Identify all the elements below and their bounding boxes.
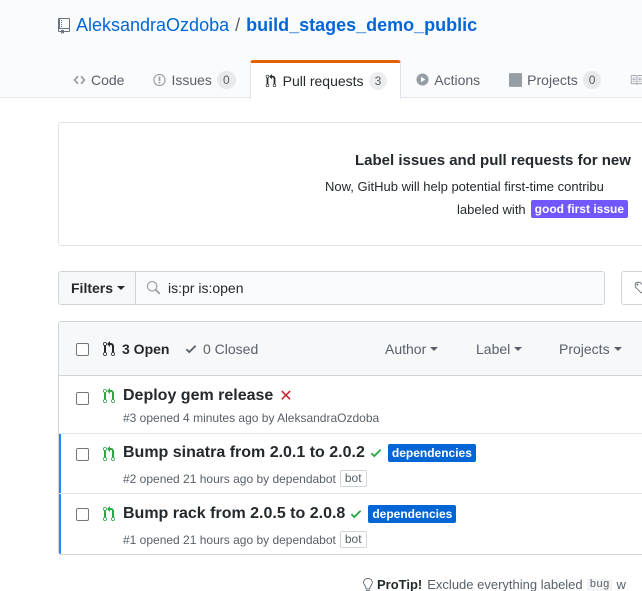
closed-filter-link[interactable]: 0 Closed [185,341,258,357]
protip-text: Exclude everything labeled [427,577,583,591]
pull-request-meta: #2 opened 21 hours ago by dependabot bot [123,470,367,487]
success-check-icon[interactable] [370,446,382,460]
open-pull-request-icon [103,388,115,403]
tab-wiki[interactable]: Wi [615,60,642,98]
projects-filter-dropdown[interactable]: Projects [559,341,622,357]
list-header: 3 Open 0 Closed Author Label Projects [59,322,642,376]
issues-count-badge: 0 [216,70,236,89]
select-all-checkbox[interactable] [76,343,89,356]
tab-actions[interactable]: Actions [401,60,494,98]
table-row: Bump sinatra from 2.0.1 to 2.0.2 depende… [59,434,642,494]
tab-projects-label: Projects [527,71,578,88]
author-filter-dropdown[interactable]: Author [385,341,439,357]
row-checkbox[interactable] [76,392,89,405]
repo-path-separator: / [235,15,241,35]
author-filter-label: Author [385,341,427,357]
pull-request-meta-text: #2 opened 21 hours ago by dependabot [123,471,336,486]
code-icon [72,73,86,87]
failure-x-icon[interactable]: ✕ [279,386,292,406]
tab-projects[interactable]: Projects 0 [494,60,615,98]
pull-request-meta: #3 opened 4 minutes ago by AleksandraOzd… [123,411,380,425]
success-check-icon[interactable] [350,507,362,521]
bot-badge: bot [339,531,367,548]
lightbulb-icon [363,577,373,591]
tab-issues[interactable]: Issues 0 [138,60,249,98]
projects-filter-label: Projects [559,341,610,357]
pull-request-title-row: Bump rack from 2.0.5 to 2.0.8 dependenci… [123,505,457,523]
projects-count-badge: 0 [582,70,602,89]
label-filter-label: Label [476,341,511,357]
pull-request-meta-text: #1 opened 21 hours ago by dependabot [123,532,336,547]
repo-name-link[interactable]: build_stages_demo_public [246,15,477,36]
tag-icon [634,281,642,294]
open-pull-request-icon [103,446,115,461]
chevron-down-icon [430,347,439,351]
open-count-label: 3 Open [122,341,170,357]
bot-badge: bot [339,470,367,487]
blankslate-description: Now, GitHub will help potential first-ti… [325,179,604,194]
protip-prefix: ProTip! [377,577,423,591]
row-checkbox[interactable] [76,508,89,521]
repo-owner-link[interactable]: AleksandraOzdoba [76,15,229,36]
search-input[interactable] [168,280,588,296]
pull-request-title-link[interactable]: Bump sinatra from 2.0.1 to 2.0.2 [123,444,365,462]
table-row: Bump rack from 2.0.5 to 2.0.8 dependenci… [59,494,642,554]
open-filter-link[interactable]: 3 Open [103,341,169,357]
good-first-issue-blankslate: Label issues and pull requests for new N… [58,122,642,246]
chevron-down-icon [613,347,622,351]
open-pull-request-icon [103,506,115,521]
repo-nav-tabs: Code Issues 0 Pull requests 3 Actions Pr… [58,60,642,99]
protip-suffix: w [616,577,626,591]
check-icon [185,345,197,354]
pull-requests-count-badge: 3 [368,72,388,90]
blankslate-description-text: labeled with [457,201,526,217]
label-filter-dropdown[interactable]: Label [476,341,523,357]
pull-request-title-row: Bump sinatra from 2.0.1 to 2.0.2 depende… [123,444,476,462]
pull-request-meta: #1 opened 21 hours ago by dependabot bot [123,531,367,548]
filters-button-label: Filters [71,280,114,296]
pull-request-icon [264,74,278,88]
book-icon [629,73,642,87]
tab-pull-requests-label: Pull requests [282,73,364,89]
project-icon [508,72,522,87]
good-first-issue-label[interactable]: good first issue [530,200,628,218]
closed-count-label: 0 Closed [203,341,259,357]
pull-request-title-row: Deploy gem release ✕ [123,386,293,406]
search-box [135,271,605,305]
filters-dropdown-button[interactable]: Filters [58,271,136,305]
table-row: Deploy gem release ✕ #3 opened 4 minutes… [59,376,642,434]
tab-actions-label: Actions [434,71,481,88]
tab-code[interactable]: Code [58,60,138,98]
tab-issues-label: Issues [171,71,212,88]
repo-icon [58,17,70,34]
protip: ProTip! Exclude everything labeled bug w [362,577,626,591]
blankslate-title: Label issues and pull requests for new [355,152,631,169]
tab-code-label: Code [91,71,125,88]
pull-request-list: 3 Open 0 Closed Author Label Projects De… [58,321,642,555]
blankslate-description-line2: labeled with good first issue [457,200,628,218]
tab-pull-requests[interactable]: Pull requests 3 [249,60,402,99]
dependencies-label[interactable]: dependencies [387,444,476,462]
repo-header: AleksandraOzdoba / build_stages_demo_pub… [0,0,642,99]
chevron-down-icon [514,347,523,351]
chevron-down-icon [117,286,126,290]
pull-request-title-link[interactable]: Bump rack from 2.0.5 to 2.0.8 [123,505,345,523]
row-checkbox[interactable] [76,448,89,461]
labels-button[interactable] [621,271,642,305]
play-icon [415,73,429,87]
dependencies-label[interactable]: dependencies [368,505,457,523]
protip-code: bug [586,578,613,591]
issue-icon [152,73,166,87]
search-icon [146,281,160,295]
pull-request-title-link[interactable]: Deploy gem release [123,387,273,405]
repo-title: AleksandraOzdoba / build_stages_demo_pub… [58,15,477,36]
pull-request-icon [103,341,115,356]
